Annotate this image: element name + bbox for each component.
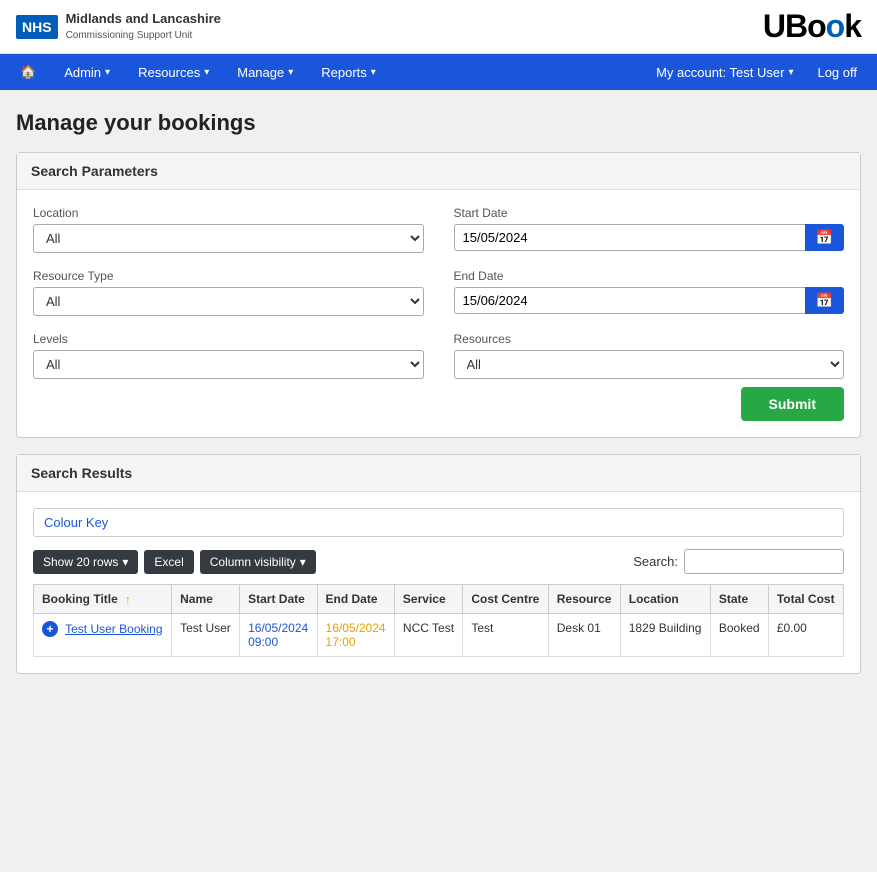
end-date-calendar-button[interactable]: 📅 xyxy=(805,287,844,314)
chevron-down-icon: ▾ xyxy=(105,67,110,78)
chevron-down-icon: ▾ xyxy=(122,555,128,569)
end-date-value: 16/05/2024 xyxy=(326,621,386,635)
cell-service: NCC Test xyxy=(394,614,462,657)
results-table: Booking Title ↑ Name Start Date End Date… xyxy=(33,584,844,657)
start-date-group: Start Date 📅 xyxy=(454,206,845,253)
end-date-row: 📅 xyxy=(454,287,845,314)
chevron-down-icon: ▾ xyxy=(788,67,793,78)
cell-start-date: 16/05/2024 09:00 xyxy=(240,614,317,657)
col-location: Location xyxy=(620,585,710,614)
search-input[interactable] xyxy=(684,549,844,574)
levels-label: Levels xyxy=(33,332,424,346)
col-name: Name xyxy=(172,585,240,614)
colour-key-bar[interactable]: Colour Key xyxy=(33,508,844,537)
resource-type-group: Resource Type All xyxy=(33,269,424,316)
chevron-down-icon: ▾ xyxy=(300,555,306,569)
end-time-value: 17:00 xyxy=(326,635,356,649)
cell-end-date: 16/05/2024 17:00 xyxy=(317,614,394,657)
search-form-grid: Location All Start Date 📅 Resource Type xyxy=(33,206,844,379)
search-results-header: Search Results xyxy=(17,455,860,492)
page-content: Manage your bookings Search Parameters L… xyxy=(0,90,877,710)
page-title: Manage your bookings xyxy=(16,110,861,136)
resources-group: Resources All xyxy=(454,332,845,379)
levels-group: Levels All xyxy=(33,332,424,379)
table-header-row: Booking Title ↑ Name Start Date End Date… xyxy=(34,585,844,614)
nav-resources[interactable]: Resources ▾ xyxy=(126,55,221,90)
table-row: + Test User Booking Test User 16/05/2024… xyxy=(34,614,844,657)
org-name: Midlands and Lancashire xyxy=(66,11,221,28)
nav-reports[interactable]: Reports ▾ xyxy=(309,55,388,90)
navbar: 🏠 Admin ▾ Resources ▾ Manage ▾ Reports ▾… xyxy=(0,54,877,90)
resource-type-label: Resource Type xyxy=(33,269,424,283)
nav-manage[interactable]: Manage ▾ xyxy=(225,55,305,90)
table-body: + Test User Booking Test User 16/05/2024… xyxy=(34,614,844,657)
start-date-calendar-button[interactable]: 📅 xyxy=(805,224,844,251)
nhs-logo: NHS Midlands and Lancashire Commissionin… xyxy=(16,11,221,42)
cell-resource: Desk 01 xyxy=(548,614,620,657)
colour-key-label: Colour Key xyxy=(44,515,108,530)
end-date-label: End Date xyxy=(454,269,845,283)
location-group: Location All xyxy=(33,206,424,253)
table-header: Booking Title ↑ Name Start Date End Date… xyxy=(34,585,844,614)
top-header: NHS Midlands and Lancashire Commissionin… xyxy=(0,0,877,54)
cell-name: Test User xyxy=(172,614,240,657)
search-results-panel: Search Results Colour Key Show 20 rows ▾… xyxy=(16,454,861,674)
search-parameters-body: Location All Start Date 📅 Resource Type xyxy=(17,190,860,437)
col-state: State xyxy=(710,585,768,614)
chevron-down-icon: ▾ xyxy=(288,67,293,78)
table-search: Search: xyxy=(633,549,844,574)
excel-button[interactable]: Excel xyxy=(144,550,193,574)
search-parameters-header: Search Parameters xyxy=(17,153,860,190)
table-controls: Show 20 rows ▾ Excel Column visibility ▾… xyxy=(33,549,844,574)
submit-row: Submit xyxy=(33,387,844,421)
col-cost-centre: Cost Centre xyxy=(463,585,548,614)
home-icon: 🏠 xyxy=(20,64,36,80)
search-results-body: Colour Key Show 20 rows ▾ Excel Column v… xyxy=(17,492,860,673)
resource-type-select[interactable]: All xyxy=(33,287,424,316)
chevron-down-icon: ▾ xyxy=(371,67,376,78)
start-date-label: Start Date xyxy=(454,206,845,220)
resources-select[interactable]: All xyxy=(454,350,845,379)
search-label: Search: xyxy=(633,554,678,569)
column-visibility-button[interactable]: Column visibility ▾ xyxy=(200,550,316,574)
ubook-logo: UBook xyxy=(763,8,861,45)
chevron-down-icon: ▾ xyxy=(204,67,209,78)
nhs-badge: NHS xyxy=(16,15,58,39)
nhs-org: Midlands and Lancashire Commissioning Su… xyxy=(66,11,221,42)
end-date-input[interactable] xyxy=(454,287,805,314)
org-sub: Commissioning Support Unit xyxy=(66,30,193,41)
cell-cost-centre: Test xyxy=(463,614,548,657)
start-date-row: 📅 xyxy=(454,224,845,251)
nav-admin[interactable]: Admin ▾ xyxy=(52,55,122,90)
cell-total-cost: £0.00 xyxy=(768,614,843,657)
end-date-group: End Date 📅 xyxy=(454,269,845,316)
location-label: Location xyxy=(33,206,424,220)
col-end-date: End Date xyxy=(317,585,394,614)
start-date-input[interactable] xyxy=(454,224,805,251)
location-select[interactable]: All xyxy=(33,224,424,253)
nav-my-account[interactable]: My account: Test User ▾ xyxy=(644,55,805,90)
start-date-value: 16/05/2024 xyxy=(248,621,308,635)
cell-state: Booked xyxy=(710,614,768,657)
resources-label: Resources xyxy=(454,332,845,346)
nav-home[interactable]: 🏠 xyxy=(8,54,48,90)
start-time-value: 09:00 xyxy=(248,635,278,649)
col-service: Service xyxy=(394,585,462,614)
submit-button[interactable]: Submit xyxy=(741,387,844,421)
col-booking-title: Booking Title ↑ xyxy=(34,585,172,614)
col-start-date: Start Date xyxy=(240,585,317,614)
cell-location: 1829 Building xyxy=(620,614,710,657)
sort-icon[interactable]: ↑ xyxy=(125,594,131,606)
cell-booking-title: + Test User Booking xyxy=(34,614,172,657)
col-resource: Resource xyxy=(548,585,620,614)
nav-logoff[interactable]: Log off xyxy=(805,55,869,90)
booking-title-link[interactable]: Test User Booking xyxy=(65,622,162,636)
levels-select[interactable]: All xyxy=(33,350,424,379)
col-total-cost: Total Cost xyxy=(768,585,843,614)
add-booking-icon[interactable]: + xyxy=(42,621,58,637)
search-parameters-panel: Search Parameters Location All Start Dat… xyxy=(16,152,861,438)
show-rows-button[interactable]: Show 20 rows ▾ xyxy=(33,550,138,574)
